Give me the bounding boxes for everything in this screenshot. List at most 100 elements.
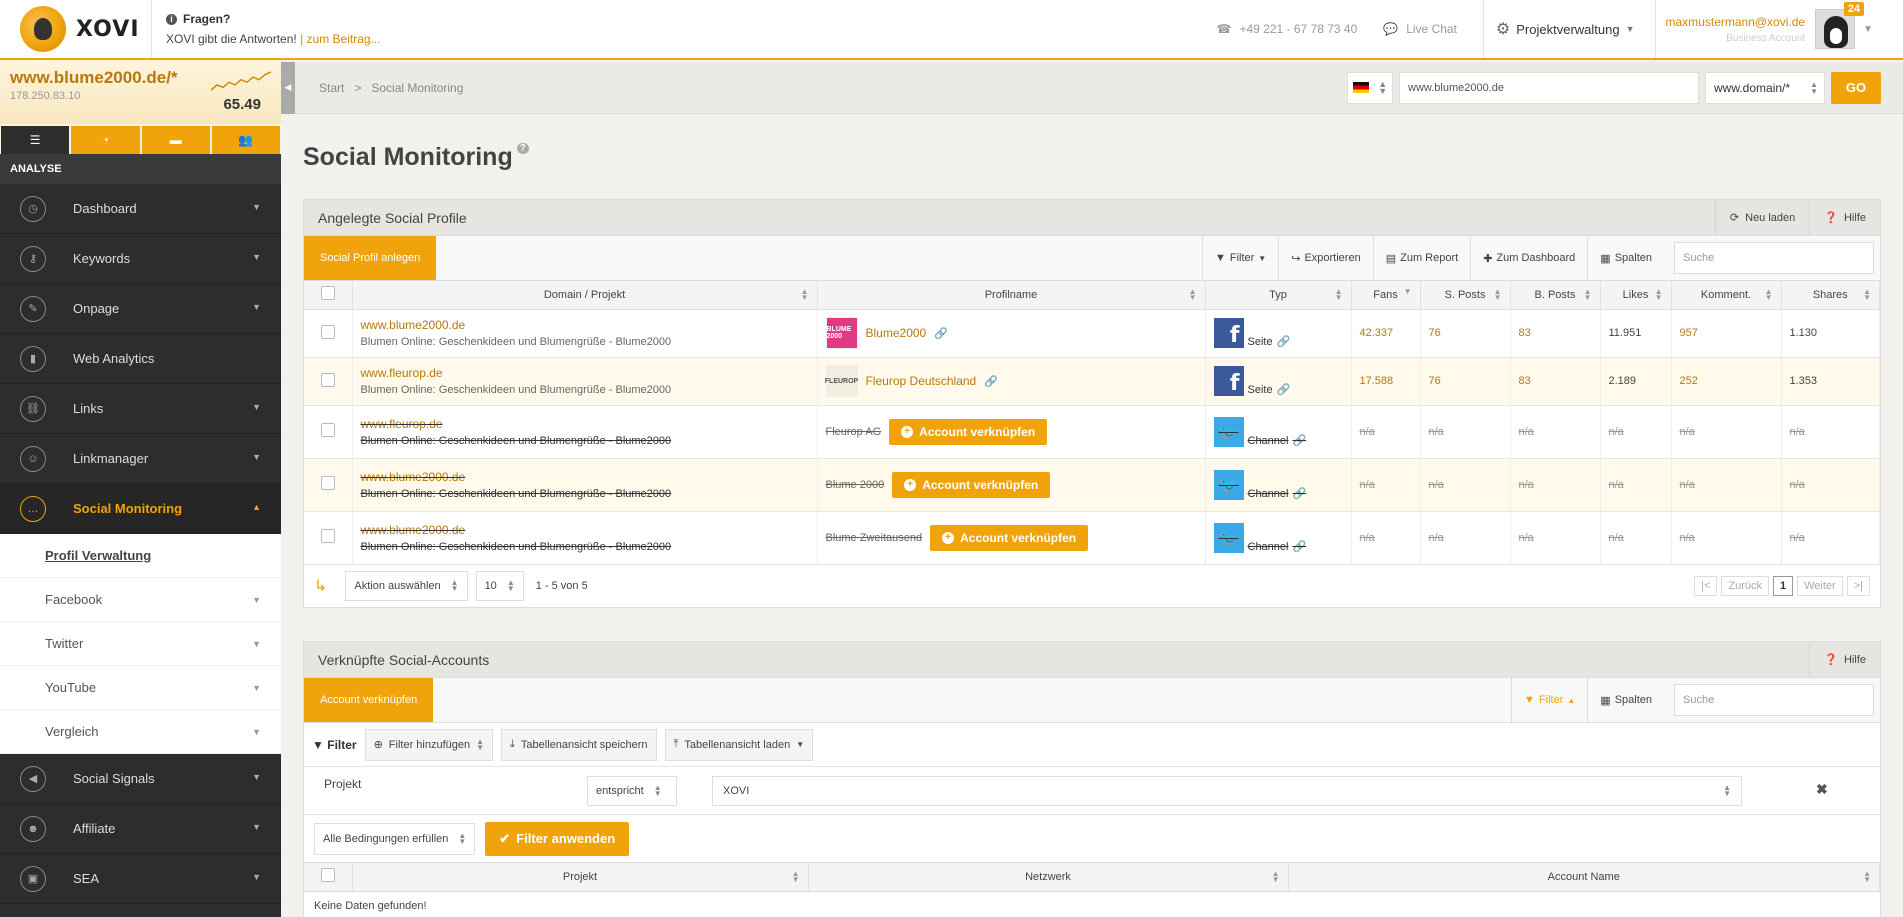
help-button[interactable]: ❓ Hilfe <box>1809 641 1880 678</box>
tab-chart[interactable]: ◔ <box>71 126 140 154</box>
first-page-button[interactable]: |< <box>1694 575 1718 596</box>
connect-account-toolbar-button[interactable]: Account verknüpfen <box>304 678 434 722</box>
subnav-item-facebook[interactable]: Facebook ▼ <box>0 578 281 622</box>
sidebar-item-social-signals[interactable]: ◀ Social Signals ▼ <box>0 754 281 804</box>
subnav-item-vergleich[interactable]: Vergleich ▼ <box>0 710 281 754</box>
condition-value-select[interactable]: XOVI ▲ ▼ <box>712 776 1742 806</box>
domain-input[interactable]: www.blume2000.de <box>1399 71 1699 104</box>
column-header[interactable]: Likes ▲ ▼ <box>1600 281 1672 310</box>
sidebar-item-onpage[interactable]: ✎ Onpage ▼ <box>0 284 281 334</box>
domain-link[interactable]: www.fleurop.de <box>361 417 809 431</box>
domain-link[interactable]: www.blume2000.de <box>361 318 809 332</box>
row-checkbox[interactable] <box>320 324 335 339</box>
connect-account-button[interactable]: + Account verknüpfen <box>930 524 1089 551</box>
sidebar-collapse-icon[interactable]: ◀ <box>281 61 295 114</box>
columns-button[interactable]: ▦ Spalten <box>1587 236 1664 280</box>
save-view-button[interactable]: ⤓ Tabellenansicht speichern <box>501 728 657 761</box>
filter-button[interactable]: ▼ Filter ▼ <box>1201 236 1278 280</box>
country-select[interactable]: ▲ ▼ <box>1347 71 1393 104</box>
phone-contact[interactable]: ☎ +49 221 - 67 78 73 40 <box>1217 22 1358 36</box>
live-chat-link[interactable]: 💬 Live Chat <box>1383 22 1457 36</box>
to-report-button[interactable]: ▤ Zum Report <box>1372 236 1470 280</box>
profile-link[interactable]: Blume2000 <box>866 326 927 340</box>
domain-link[interactable]: www.blume2000.de <box>361 470 809 484</box>
table-search-input[interactable]: Suche <box>1674 242 1874 274</box>
select-all-checkbox[interactable] <box>320 286 335 301</box>
external-link-icon[interactable]: 🔗 <box>1277 383 1291 396</box>
last-page-button[interactable]: >| <box>1846 575 1870 596</box>
column-header[interactable]: Typ ▲ ▼ <box>1205 281 1352 310</box>
current-page-button[interactable]: 1 <box>1773 575 1794 596</box>
column-header[interactable]: Profilname ▲ ▼ <box>817 281 1206 310</box>
row-checkbox[interactable] <box>320 423 335 437</box>
bulk-action-select[interactable]: Aktion auswählen ▲ ▼ <box>345 570 468 601</box>
connect-account-button[interactable]: + Account verknüpfen <box>889 418 1048 445</box>
sidebar-item-linkmanager[interactable]: ☺ Linkmanager ▼ <box>0 434 281 484</box>
go-button[interactable]: GO <box>1831 71 1881 104</box>
column-header[interactable]: Projekt ▲ ▼ <box>352 863 809 892</box>
sidebar-item-keywords[interactable]: ⚷ Keywords ▼ <box>0 234 281 284</box>
sidebar-item-affiliate[interactable]: ☻ Affiliate ▼ <box>0 804 281 854</box>
table-row[interactable]: www.blume2000.de Blumen Online: Geschenki… <box>304 458 1880 512</box>
tab-folder[interactable]: ▬ <box>141 126 210 154</box>
sidebar-item-web-analytics[interactable]: ▮ Web Analytics <box>0 334 281 384</box>
column-header[interactable]: Netzwerk ▲ ▼ <box>808 863 1289 892</box>
connect-account-button[interactable]: + Account verknüpfen <box>892 471 1051 498</box>
apply-filter-button[interactable]: ✔ Filter anwenden <box>485 821 630 856</box>
domain-link[interactable]: www.blume2000.de <box>361 523 809 537</box>
domain-link[interactable]: www.fleurop.de <box>361 366 809 380</box>
sidebar-item-links[interactable]: ⛓ Links ▼ <box>0 384 281 434</box>
page-size-select[interactable]: 10 ▲ ▼ <box>475 570 524 601</box>
project-menu[interactable]: ⚙ Projektverwaltung ▼ <box>1482 0 1656 58</box>
load-view-button[interactable]: ⤒ Tabellenansicht laden ▼ <box>664 728 814 761</box>
external-link-icon[interactable]: 🔗 <box>1292 540 1306 553</box>
to-dashboard-button[interactable]: ✚ Zum Dashboard <box>1470 236 1587 280</box>
columns-button[interactable]: ▦ Spalten <box>1587 678 1664 722</box>
external-link-icon[interactable]: 🔗 <box>934 327 948 340</box>
next-page-button[interactable]: Weiter <box>1797 575 1843 596</box>
column-header[interactable]: S. Posts ▲ ▼ <box>1420 281 1511 310</box>
table-row[interactable]: www.fleurop.de Blumen Online: Geschenkide… <box>304 405 1880 459</box>
export-button[interactable]: ↪ Exportieren <box>1278 236 1372 280</box>
table-row[interactable]: www.blume2000.de Blumen Online: Geschenki… <box>304 309 1880 358</box>
domain-mode-select[interactable]: www.domain/* ▲ ▼ <box>1705 71 1825 104</box>
help-button[interactable]: ❓ Hilfe <box>1809 199 1880 236</box>
remove-condition-icon[interactable]: ✖ <box>1816 781 1828 798</box>
avatar[interactable]: 24 <box>1815 2 1865 49</box>
prev-page-button[interactable]: Zurück <box>1721 575 1769 596</box>
external-link-icon[interactable]: 🔗 <box>984 375 998 388</box>
tab-list[interactable]: ☰ <box>1 126 70 154</box>
sidebar-item-social-monitoring[interactable]: … Social Monitoring ▲ <box>0 484 281 534</box>
column-header[interactable]: Domain / Projekt ▲ ▼ <box>352 281 818 310</box>
sidebar-item-sea[interactable]: ▣ SEA ▼ <box>0 854 281 904</box>
column-header[interactable]: Fans ▼ <box>1351 281 1421 310</box>
breadcrumb-start[interactable]: Start <box>319 81 344 95</box>
table-search-input[interactable]: Suche <box>1674 684 1874 716</box>
external-link-icon[interactable]: 🔗 <box>1292 487 1306 500</box>
create-social-profile-button[interactable]: Social Profil anlegen <box>304 236 437 280</box>
column-header[interactable]: Komment. ▲ ▼ <box>1671 281 1782 310</box>
row-checkbox[interactable] <box>320 476 335 490</box>
table-row[interactable]: www.fleurop.de Blumen Online: Geschenkide… <box>304 357 1880 406</box>
external-link-icon[interactable]: 🔗 <box>1292 434 1306 447</box>
subnav-item-twitter[interactable]: Twitter ▼ <box>0 622 281 666</box>
subnav-item-youtube[interactable]: YouTube ▼ <box>0 666 281 710</box>
help-link[interactable]: | zum Beitrag... <box>300 32 380 46</box>
sidebar-item-dashboard[interactable]: ◷ Dashboard ▼ <box>0 184 281 234</box>
column-header[interactable]: Account Name ▲ ▼ <box>1288 863 1880 892</box>
table-row[interactable]: www.blume2000.de Blumen Online: Geschenki… <box>304 511 1880 565</box>
select-all-checkbox[interactable] <box>320 868 335 883</box>
condition-operator-select[interactable]: entspricht ▲ ▼ <box>587 776 677 806</box>
add-filter-select[interactable]: ⊕ Filter hinzufügen ▲ ▼ <box>364 728 494 761</box>
column-header[interactable]: Shares ▲ ▼ <box>1781 281 1880 310</box>
user-info[interactable]: maxmustermann@xovi.de Business Account <box>1656 15 1816 44</box>
row-checkbox[interactable] <box>320 372 335 387</box>
column-header[interactable]: B. Posts ▲ ▼ <box>1510 281 1601 310</box>
filter-button[interactable]: ▼ Filter ▲ <box>1511 678 1587 722</box>
domain-box[interactable]: www.blume2000.de/* 178.250.83.10 65.49 <box>0 60 281 124</box>
help-question-icon[interactable]: ? <box>516 143 529 154</box>
logo[interactable]: XOVI <box>0 0 152 58</box>
reload-button[interactable]: ⟳ Neu laden <box>1714 199 1809 236</box>
subnav-item-profil-verwaltung[interactable]: Profil Verwaltung <box>0 534 281 578</box>
match-mode-select[interactable]: Alle Bedingungen erfüllen ▲ ▼ <box>314 822 476 855</box>
